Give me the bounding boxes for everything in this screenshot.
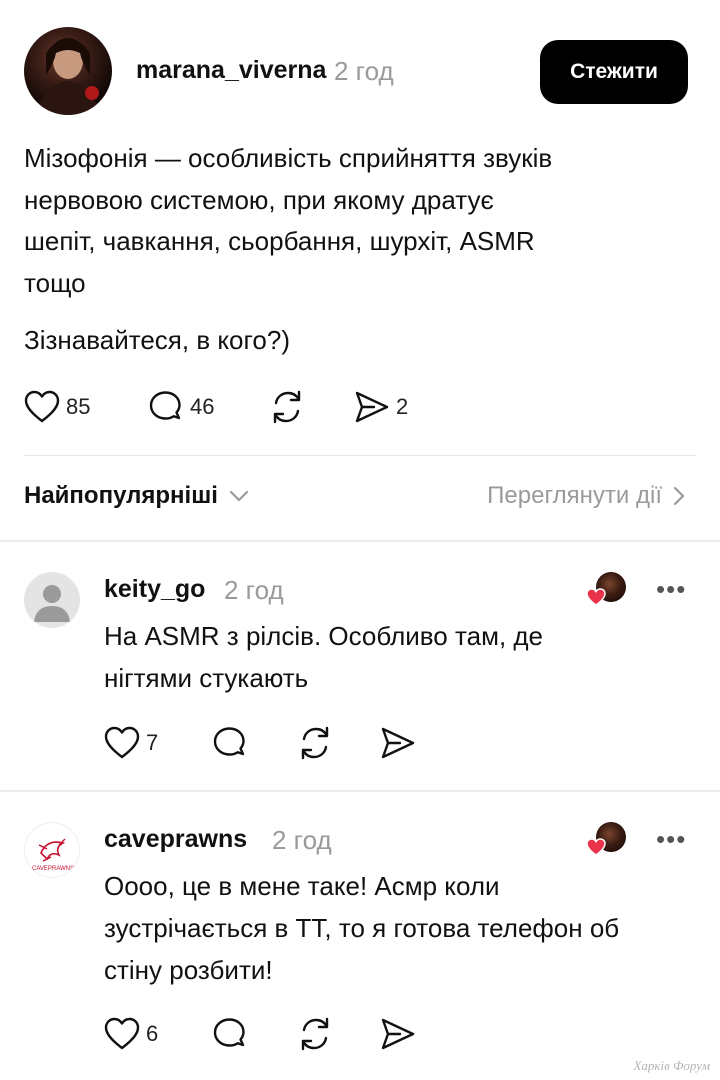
author-liked-badge <box>586 572 630 608</box>
comment-like-count: 7 <box>146 730 159 755</box>
post-username[interactable]: marana_viverna <box>136 56 326 85</box>
chevron-right-icon <box>673 486 685 506</box>
comment-avatar[interactable] <box>24 572 80 628</box>
comment-like-button[interactable]: 7 <box>104 726 158 760</box>
repost-icon <box>273 390 301 424</box>
activity-label: Переглянути дії <box>487 482 662 509</box>
divider <box>24 455 696 456</box>
view-activity-link[interactable]: Переглянути дії <box>487 482 686 510</box>
follow-button[interactable]: Стежити <box>540 40 688 104</box>
sort-label: Найпопулярніші <box>24 482 218 509</box>
comment-text-line: нігтями стукають <box>104 663 309 693</box>
repost-icon <box>301 726 329 760</box>
post-text-line: Мізофонія — особливість сприйняття звукі… <box>24 143 553 173</box>
heart-icon <box>586 588 606 606</box>
post-comment-button[interactable]: 46 <box>148 390 214 424</box>
comment-time: 2 год <box>272 825 332 855</box>
post-comment-count: 46 <box>190 394 215 419</box>
comment-reply-button[interactable] <box>212 726 248 760</box>
divider <box>0 540 720 542</box>
comment-text-line: стіну розбити! <box>104 955 273 985</box>
comment-username[interactable]: keity_go <box>104 575 205 604</box>
avatar-text: CAVEPRAWNS <box>32 866 74 872</box>
post-share-count: 2 <box>396 394 409 419</box>
comment-repost-button[interactable] <box>296 725 334 761</box>
heart-icon <box>104 726 140 759</box>
comment-icon <box>213 727 245 756</box>
comment-text: Оооо, це в мене таке! Асмр коли зустріча… <box>104 865 704 991</box>
post-text-line: тощо <box>24 267 86 298</box>
caveprawns-logo: CAVEPRAWNS <box>32 838 74 872</box>
comment-text: На ASMR з рілсів. Особливо там, де нігтя… <box>104 615 704 699</box>
post-like-count: 85 <box>66 394 91 419</box>
comment-text-line: Оооо, це в мене таке! Асмр коли <box>104 871 500 901</box>
post-author-avatar[interactable] <box>24 27 112 115</box>
heart-icon <box>586 838 606 856</box>
send-icon <box>381 1018 415 1050</box>
comment-icon <box>149 391 181 420</box>
comment-share-button[interactable] <box>380 726 416 760</box>
comment-reply-button[interactable] <box>212 1017 248 1051</box>
comment-repost-button[interactable] <box>296 1016 334 1052</box>
post-repost-button[interactable] <box>268 389 306 425</box>
post-share-button[interactable]: 2 <box>354 390 408 424</box>
comment-time: 2 год <box>224 575 284 605</box>
heart-icon <box>104 1017 140 1050</box>
post-like-button[interactable]: 85 <box>24 390 90 424</box>
comment-like-count: 6 <box>146 1021 159 1046</box>
heart-icon <box>24 390 60 423</box>
divider <box>0 790 720 792</box>
comment-share-button[interactable] <box>380 1017 416 1051</box>
send-icon <box>355 391 389 423</box>
post-text-line: нервовою системою, при якому дратує <box>24 184 494 215</box>
author-liked-badge <box>586 822 630 858</box>
send-icon <box>381 727 415 759</box>
comment-icon <box>213 1018 245 1047</box>
more-options-button[interactable]: ••• <box>656 574 686 605</box>
post-question: Зізнавайтеся, в кого?) <box>24 325 290 355</box>
comment-text-line: На ASMR з рілсів. Особливо там, де <box>104 621 544 651</box>
sort-dropdown[interactable]: Найпопулярніші <box>24 482 250 510</box>
post-time: 2 год <box>334 56 394 86</box>
chevron-down-icon <box>229 490 248 502</box>
post-text-line: шепіт, чавкання, сьорбання, шурхіт, ASMR <box>24 226 535 256</box>
comment-like-button[interactable]: 6 <box>104 1017 158 1051</box>
comment-text-line: зустрічається в ТТ, то я готова телефон … <box>104 913 620 943</box>
watermark: Харків Форум <box>633 1058 710 1073</box>
repost-icon <box>301 1017 329 1051</box>
comment-avatar[interactable]: CAVEPRAWNS <box>24 822 80 878</box>
post-text: Мізофонія — особливість сприйняття звукі… <box>24 138 664 304</box>
comment-username[interactable]: caveprawns <box>104 825 247 854</box>
more-options-button[interactable]: ••• <box>656 824 686 855</box>
